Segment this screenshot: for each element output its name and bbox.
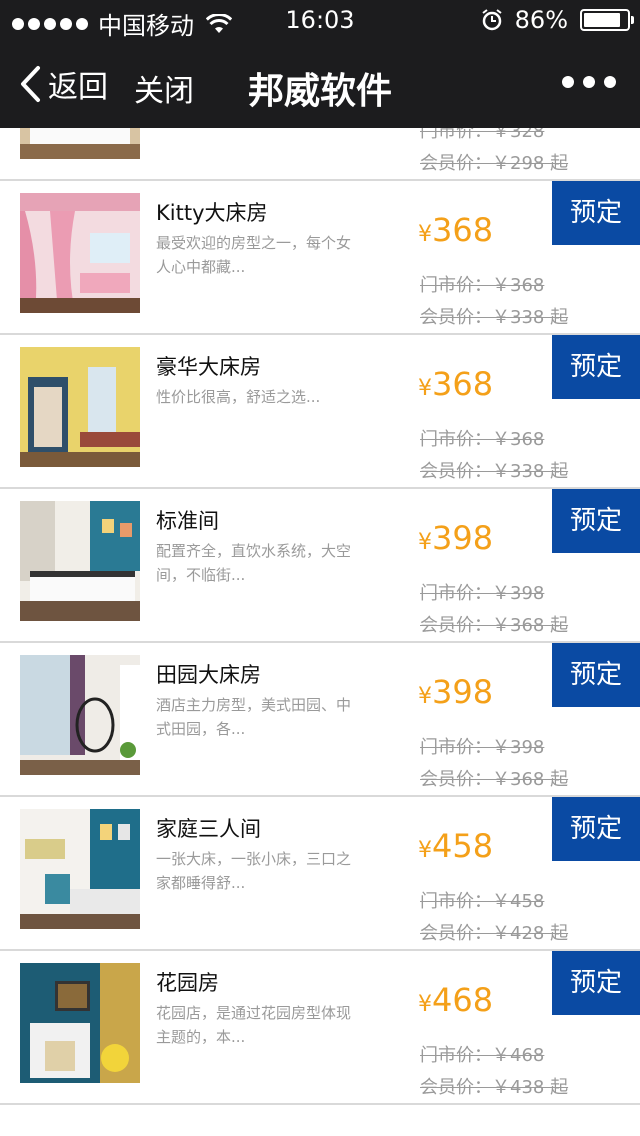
room-photo[interactable] (20, 501, 140, 621)
book-button[interactable]: 预定 (552, 489, 640, 553)
room-description-line-1: 一张大床，一张小床，三口之 (156, 850, 352, 868)
market-price: 门市价：￥368 (420, 275, 545, 296)
book-button[interactable]: 预定 (552, 797, 640, 861)
room-item[interactable]: Kitty大床房 最受欢迎的房型之一，每个女 人心中都藏... ¥368 门市价… (0, 181, 640, 335)
room-item[interactable]: 家庭三人间 一张大床，一张小床，三口之 家都睡得舒... ¥458 门市价：￥4… (0, 797, 640, 951)
room-photo[interactable] (20, 347, 140, 467)
currency-symbol: ¥ (418, 376, 432, 401)
room-description: 花园店，是通过花园房型体现 主题的，本... (156, 1001, 376, 1049)
room-description: 性价比很高，舒适之选... (156, 385, 376, 409)
room-description: 酒店主力房型，美式田园、中 式田园，各... (156, 693, 376, 741)
member-price: 会员价：￥438 起 (420, 1077, 569, 1098)
alarm-clock-icon (482, 9, 502, 31)
room-description-line-2: 人心中都藏... (156, 258, 246, 276)
room-description-line-1: 性价比很高，舒适之选... (156, 388, 321, 406)
room-price: ¥398 (418, 519, 493, 557)
battery-percent: 86% (514, 6, 568, 34)
market-price: 门市价：￥398 (420, 583, 545, 604)
room-description: 一张大床，一张小床，三口之 家都睡得舒... (156, 847, 376, 895)
room-description-line-2: 间，不临街... (156, 566, 246, 584)
room-photo[interactable] (20, 128, 140, 159)
member-price: 会员价：￥368 起 (420, 769, 569, 790)
room-description-line-1: 酒店主力房型，美式田园、中 (156, 696, 352, 714)
member-price: 会员价：￥338 起 (420, 307, 569, 328)
book-button[interactable]: 预定 (552, 335, 640, 399)
battery-icon (580, 9, 634, 31)
room-description: 最受欢迎的房型之一，每个女 人心中都藏... (156, 231, 376, 279)
member-price: 会员价：￥368 起 (420, 615, 569, 636)
price-value: 368 (432, 211, 494, 249)
room-item[interactable]: 并不拥挤的单人间，设施齐 全，舒适又有... ¥328 门市价：￥328 会员价… (0, 128, 640, 181)
room-description-line-2: 家都睡得舒... (156, 874, 246, 892)
room-name: 家庭三人间 (156, 817, 261, 841)
room-item[interactable]: 标准间 配置齐全，直饮水系统，大空 间，不临街... ¥398 门市价：￥398… (0, 489, 640, 643)
room-price: ¥368 (418, 211, 493, 249)
room-photo[interactable] (20, 809, 140, 929)
room-description-line-1: 花园店，是通过花园房型体现 (156, 1004, 352, 1022)
market-price: 门市价：￥368 (420, 429, 545, 450)
room-item[interactable]: 豪华大床房 性价比很高，舒适之选... ¥368 门市价：￥368 会员价：￥3… (0, 335, 640, 489)
back-label: 返回 (48, 70, 108, 105)
currency-symbol: ¥ (418, 222, 432, 247)
currency-symbol: ¥ (418, 992, 432, 1017)
room-photo[interactable] (20, 963, 140, 1083)
price-value: 468 (432, 981, 494, 1019)
back-button[interactable]: 返回 (18, 62, 108, 106)
book-button[interactable]: 预定 (552, 951, 640, 1015)
room-price: ¥368 (418, 365, 493, 403)
price-value: 398 (432, 519, 494, 557)
room-name: 标准间 (156, 509, 219, 533)
navigation-bar: 返回 关闭 邦威软件 (0, 40, 640, 128)
room-price: ¥458 (418, 827, 493, 865)
chevron-left-icon (21, 66, 40, 102)
room-price: ¥468 (418, 981, 493, 1019)
status-bar: 中国移动 16:03 86% (0, 0, 640, 40)
room-description-line-2: 主题的，本... (156, 1028, 246, 1046)
currency-symbol: ¥ (418, 530, 432, 555)
currency-symbol: ¥ (418, 684, 432, 709)
room-price: ¥398 (418, 673, 493, 711)
price-value: 368 (432, 365, 494, 403)
more-menu-button[interactable] (562, 76, 616, 88)
room-description: 配置齐全，直饮水系统，大空 间，不临街... (156, 539, 376, 587)
market-price: 门市价：￥398 (420, 737, 545, 758)
room-list[interactable]: 并不拥挤的单人间，设施齐 全，舒适又有... ¥328 门市价：￥328 会员价… (0, 128, 640, 1136)
book-button[interactable]: 预定 (552, 181, 640, 245)
room-item[interactable]: 花园房 花园店，是通过花园房型体现 主题的，本... ¥468 门市价：￥468… (0, 951, 640, 1105)
room-name: Kitty大床房 (156, 201, 268, 225)
price-value: 398 (432, 673, 494, 711)
price-value: 458 (432, 827, 494, 865)
room-description-line-2: 式田园，各... (156, 720, 246, 738)
market-price: 门市价：￥328 (420, 128, 545, 142)
room-photo[interactable] (20, 655, 140, 775)
market-price: 门市价：￥468 (420, 1045, 545, 1066)
member-price: 会员价：￥338 起 (420, 461, 569, 482)
book-button[interactable]: 预定 (552, 643, 640, 707)
room-description-line-1: 最受欢迎的房型之一，每个女 (156, 234, 352, 252)
currency-symbol: ¥ (418, 838, 432, 863)
room-name: 田园大床房 (156, 663, 261, 687)
market-price: 门市价：￥458 (420, 891, 545, 912)
room-item[interactable]: 田园大床房 酒店主力房型，美式田园、中 式田园，各... ¥398 门市价：￥3… (0, 643, 640, 797)
close-button[interactable]: 关闭 (134, 66, 194, 110)
room-list-content: 并不拥挤的单人间，设施齐 全，舒适又有... ¥328 门市价：￥328 会员价… (0, 128, 640, 1105)
room-name: 花园房 (156, 971, 219, 995)
room-name: 豪华大床房 (156, 355, 261, 379)
member-price: 会员价：￥298 起 (420, 153, 569, 174)
status-right: 86% (481, 6, 634, 34)
room-photo[interactable] (20, 193, 140, 313)
member-price: 会员价：￥428 起 (420, 923, 569, 944)
room-description-line-1: 配置齐全，直饮水系统，大空 (156, 542, 352, 560)
